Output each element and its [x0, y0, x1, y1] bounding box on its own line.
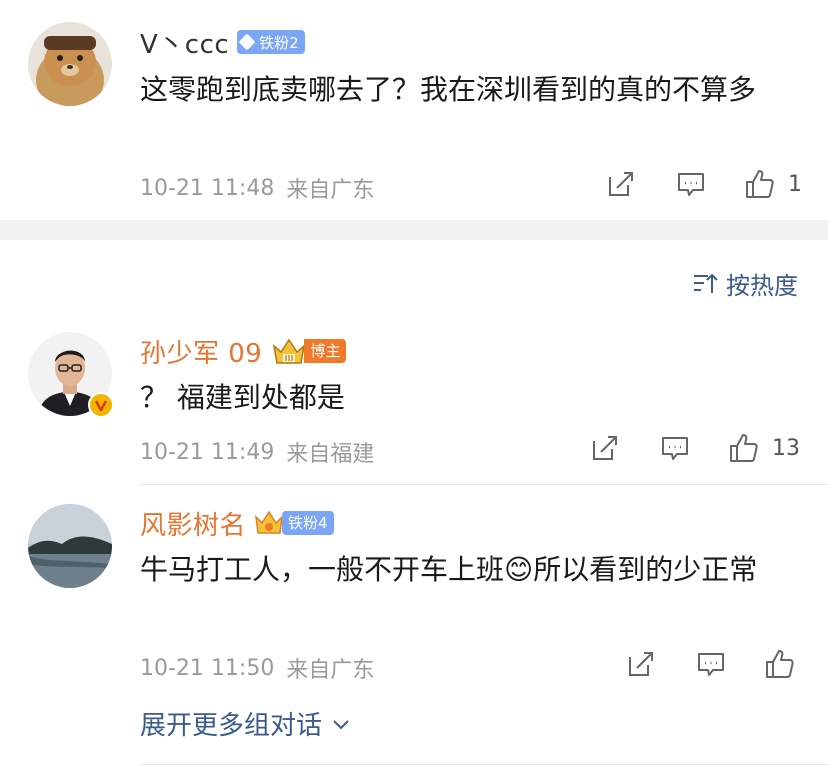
divider — [140, 764, 828, 765]
comment-text: 牛马打工人，一般不开车上班😊所以看到的少正常 — [140, 546, 792, 594]
smile-emoji-icon: 😊 — [504, 553, 534, 586]
blogger-badge: 博主 — [272, 338, 347, 364]
comment-location: 来自广东 — [286, 178, 375, 203]
comment-time: 10-21 11:50 — [140, 655, 275, 681]
comment-icon — [698, 653, 724, 676]
comment-text: 这零跑到底卖哪去了？我在深圳看到的真的不算多 — [140, 73, 757, 106]
comment-text-part: 所以看到的少正常 — [533, 553, 758, 586]
comment-actions: 1 — [606, 168, 802, 200]
comment-text: ？ 福建到处都是 — [140, 381, 345, 414]
verified-badge-icon — [88, 392, 114, 418]
fan-badge-label: 铁粉4 — [282, 511, 334, 535]
share-icon — [609, 172, 633, 196]
comment-meta: 10-21 11:48 来自广东 — [140, 172, 374, 204]
comment-meta: 10-21 11:50 来自广东 — [140, 652, 374, 684]
like-button[interactable] — [764, 648, 796, 680]
comment-actions — [626, 648, 796, 680]
share-icon — [593, 436, 617, 460]
share-icon — [629, 652, 653, 676]
expand-label: 展开更多组对话 — [140, 711, 323, 741]
comment-location: 来自广东 — [286, 658, 375, 683]
crown-icon — [273, 338, 306, 364]
crown-icon — [255, 510, 284, 534]
v-mark-icon — [94, 400, 108, 412]
divider — [140, 484, 828, 485]
thumbs-up-icon — [746, 170, 774, 198]
diamond-icon — [238, 33, 256, 51]
comment-time: 10-21 11:48 — [140, 175, 275, 201]
like-button[interactable]: 13 — [728, 432, 800, 464]
reply-button[interactable] — [696, 649, 726, 679]
chevron-down-icon — [333, 719, 349, 729]
comment-text-part: 牛马打工人，一般不开车上班 — [140, 553, 505, 586]
like-count: 1 — [788, 171, 802, 197]
blogger-badge-label: 博主 — [304, 339, 347, 363]
fan-badge: 铁粉2 — [237, 30, 305, 54]
sort-icon — [694, 273, 718, 293]
sort-button[interactable]: 按热度 — [692, 266, 798, 301]
expand-more-button[interactable]: 展开更多组对话 — [140, 705, 352, 742]
avatar[interactable] — [28, 504, 112, 588]
fan-badge: 铁粉4 — [254, 510, 334, 536]
share-button[interactable] — [606, 169, 636, 199]
username[interactable]: 孙少军 09 — [140, 333, 262, 370]
comment-actions: 13 — [590, 432, 800, 464]
marmot-avatar-icon — [28, 22, 112, 106]
reply-button[interactable] — [676, 169, 706, 199]
comment-time: 10-21 11:49 — [140, 439, 275, 465]
sort-label: 按热度 — [726, 272, 798, 300]
username[interactable]: 风影树名 — [140, 505, 246, 542]
thumbs-up-icon — [766, 650, 794, 678]
like-button[interactable]: 1 — [744, 168, 802, 200]
landscape-avatar-icon — [28, 504, 112, 588]
comment-meta: 10-21 11:49 来自福建 — [140, 436, 374, 468]
share-button[interactable] — [590, 433, 620, 463]
comment-icon — [662, 437, 688, 460]
comment-icon — [678, 173, 704, 196]
fan-badge-label: 铁粉2 — [259, 33, 299, 52]
reply-button[interactable] — [660, 433, 690, 463]
share-button[interactable] — [626, 649, 656, 679]
username[interactable]: V丶ccc — [140, 24, 229, 61]
like-count: 13 — [772, 435, 800, 461]
section-separator — [0, 220, 828, 240]
thumbs-up-icon — [730, 434, 758, 462]
avatar[interactable] — [28, 22, 112, 106]
comment-location: 来自福建 — [286, 442, 375, 467]
